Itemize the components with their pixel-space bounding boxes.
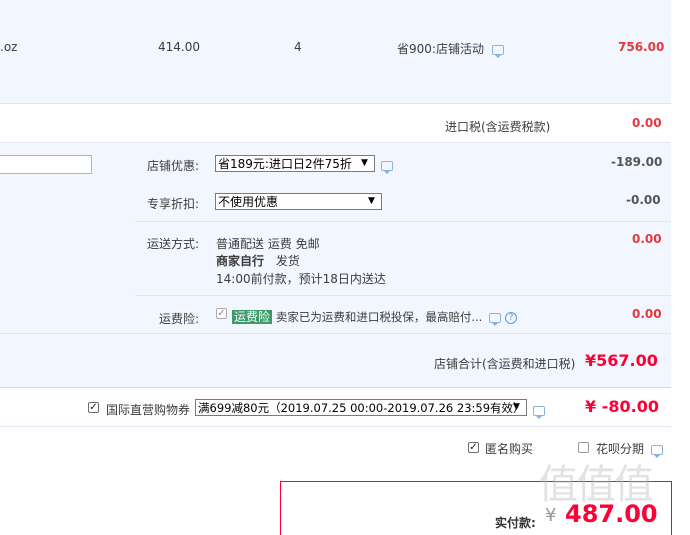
watermark-logo: 值值值 <box>538 462 654 508</box>
shipping-seller-self: 商家自行 <box>216 254 265 268</box>
anonymous-label[interactable]: 匿名购买 <box>485 440 533 457</box>
shipping-label: 运送方式: <box>147 237 200 251</box>
chat-icon[interactable] <box>650 444 663 458</box>
shop-total-value: ¥567.00 <box>585 351 658 370</box>
divider <box>0 333 671 334</box>
shipping-dispatch-text: 发货 <box>275 254 300 268</box>
exclusive-discount-value: -0.00 <box>626 193 661 207</box>
chat-icon[interactable] <box>491 44 504 58</box>
shipping-value: 0.00 <box>632 232 662 246</box>
item-unit-price: 414.00 <box>158 40 200 54</box>
freight-insurance-tag: 运费险 <box>232 310 273 324</box>
shipping-method: 普通配送 运费 免邮 <box>216 237 320 251</box>
freight-insurance-value: 0.00 <box>632 307 662 321</box>
divider <box>135 221 671 222</box>
shipping-dispatch: 商家自行 发货 <box>216 252 300 269</box>
freight-insurance-info: 运费险 卖家已为运费和进口税投保，最高赔付... ? <box>232 308 517 326</box>
chat-icon-wrap <box>381 158 393 174</box>
coupon-value: ¥ -80.00 <box>585 397 659 416</box>
chat-icon[interactable] <box>381 160 393 174</box>
item-promo-text: 省900:店铺活动 <box>397 42 484 56</box>
shop-discount-select[interactable]: 省189元:进口日2件75折 <box>215 155 375 172</box>
import-tax-label: 进口税(含运费税款) <box>445 120 551 134</box>
shop-discount-label: 店铺优惠: <box>147 159 200 173</box>
exclusive-discount-label: 专享折扣: <box>147 197 200 211</box>
shipping-eta: 14:00前付款，预计18日内送达 <box>216 272 386 286</box>
shop-discount-value: -189.00 <box>611 155 663 169</box>
order-options-panel <box>0 143 671 387</box>
shop-total-label: 店铺合计(含运费和进口税) <box>434 357 576 371</box>
item-name[interactable]: .oz <box>0 40 17 54</box>
divider <box>0 103 671 104</box>
coupon-label: 国际直营购物券 <box>106 403 191 417</box>
coupon-checkbox[interactable]: ✓ <box>88 402 99 413</box>
divider <box>0 387 671 388</box>
help-icon[interactable]: ? <box>504 311 517 324</box>
divider <box>0 426 671 427</box>
chat-icon-wrap <box>533 403 545 419</box>
chat-icon[interactable] <box>489 312 502 326</box>
import-tax-value: 0.00 <box>632 116 662 130</box>
freight-insurance-checkbox[interactable]: ✓ <box>216 308 227 319</box>
freight-insurance-label: 运费险: <box>159 312 200 326</box>
anonymous-checkbox[interactable]: ✓ <box>468 442 479 453</box>
freight-insurance-text: 卖家已为运费和进口税投保，最高赔付... <box>275 310 483 324</box>
item-promo: 省900:店铺活动 <box>397 40 504 58</box>
payment-label: 实付款: <box>495 516 536 530</box>
item-quantity: 4 <box>294 40 302 54</box>
coupon-select[interactable]: 满699减80元（2019.07.25 00:00-2019.07.26 23:… <box>195 399 527 416</box>
exclusive-discount-select[interactable]: 不使用优惠 <box>215 193 382 210</box>
item-subtotal: 756.00 <box>618 40 665 54</box>
buyer-message-input[interactable] <box>0 155 92 174</box>
chat-icon[interactable] <box>533 405 545 419</box>
divider <box>135 295 671 296</box>
order-item-panel <box>0 0 671 103</box>
